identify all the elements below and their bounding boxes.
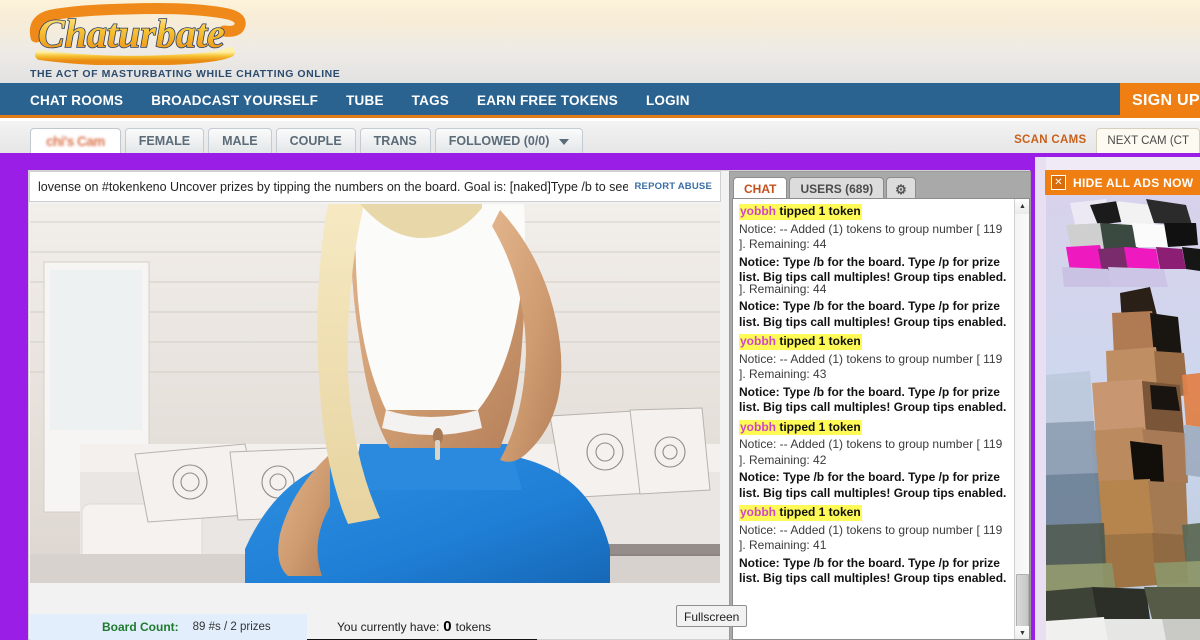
chat-message: Notice: -- Added (1) tokens to group num… (739, 222, 1010, 253)
tab-chat[interactable]: CHAT (733, 177, 788, 200)
video-stream-frame (30, 204, 720, 583)
main-navbar: CHAT ROOMS BROADCAST YOURSELF TUBE TAGS … (0, 83, 1200, 118)
chat-message: yobbh tipped 1 token (739, 418, 1010, 438)
tab-users[interactable]: USERS (689) (789, 177, 885, 200)
report-abuse-link[interactable]: REPORT ABUSE (634, 181, 712, 192)
chat-message-list: yobbh tipped 1 token Notice: -- Added (1)… (733, 199, 1016, 639)
chat-tab-list: CHAT USERS (689) ⚙ (730, 175, 916, 200)
chat-notice: Notice: -- Added (1) tokens to group num… (739, 522, 1003, 553)
nav-item-earn-free-tokens[interactable]: EARN FREE TOKENS (463, 83, 632, 118)
ad-panel-gutter (1035, 157, 1046, 640)
player-stage: lovense on #tokenkeno Uncover prizes by … (0, 157, 1035, 640)
tab-female[interactable]: FEMALE (124, 128, 205, 153)
page-root: Chaturbate THE ACT OF MASTURBATING WHILE… (0, 0, 1200, 640)
chat-notice-bold: Notice: Type /b for the board. Type /p f… (739, 299, 1007, 329)
video-player[interactable] (30, 204, 720, 583)
chat-notice: Notice: -- Added (1) tokens to group num… (739, 351, 1003, 382)
nav-item-chat-rooms[interactable]: CHAT ROOMS (30, 83, 137, 118)
chat-notice-bold: Notice: Type /b for the board. Type /p f… (739, 384, 1007, 415)
close-icon[interactable]: ✕ (1051, 175, 1066, 190)
chat-message-area[interactable]: yobbh tipped 1 token Notice: -- Added (1)… (732, 198, 1030, 640)
site-logo[interactable]: Chaturbate (18, 3, 288, 65)
chat-panel: CHAT USERS (689) ⚙ yobbh tipped 1 token N… (729, 171, 1031, 640)
chat-notice: Notice: -- Added (1) tokens to group num… (739, 221, 1003, 252)
tab-trans[interactable]: TRANS (359, 128, 431, 153)
chaturbate-logo-icon: Chaturbate (29, 3, 246, 65)
chat-message: Notice: -- Added (1) tokens to group num… (739, 523, 1010, 554)
nav-item-tube[interactable]: TUBE (332, 83, 398, 118)
scroll-up-icon[interactable]: ▲ (1015, 199, 1029, 214)
gear-icon[interactable]: ⚙ (886, 177, 916, 200)
board-count-label: Board Count: (102, 620, 179, 634)
chat-message: Notice: Type /b for the board. Type /p f… (739, 299, 1010, 330)
chat-notice-bold: Notice: Type /b for the board. Type /p f… (739, 555, 1007, 586)
room-topic-text: lovense on #tokenkeno Uncover prizes by … (38, 179, 629, 194)
chat-message: yobbh tipped 1 token (739, 332, 1010, 352)
chat-message: yobbh tipped 1 token (739, 202, 1010, 222)
next-cam-button[interactable]: NEXT CAM (CT (1096, 128, 1200, 153)
tab-male[interactable]: MALE (208, 128, 272, 153)
chat-message: Notice: Type /b for the board. Type /p f… (739, 385, 1010, 416)
chat-username[interactable]: yobbh (740, 505, 776, 519)
chat-notice: Notice: -- Added (1) tokens to group num… (739, 437, 1003, 467)
ad-creative-image[interactable] (1046, 195, 1200, 640)
subnav-right-actions: SCAN CAMS NEXT CAM (CT (1004, 128, 1200, 153)
tab-my-cam[interactable]: chi's Cam (30, 128, 121, 153)
chat-message: Notice: -- Added (1) tokens to group num… (739, 352, 1010, 383)
player-shell: lovense on #tokenkeno Uncover prizes by … (28, 170, 1031, 640)
nav-item-list: CHAT ROOMS BROADCAST YOURSELF TUBE TAGS … (30, 83, 704, 118)
chat-scrollbar-thumb[interactable] (1016, 574, 1029, 632)
nav-item-login[interactable]: LOGIN (632, 83, 704, 118)
token-balance-box: You currently have: 0 tokens (307, 614, 537, 640)
chat-message: Notice: Type /b for the board. Type /p f… (739, 556, 1010, 587)
category-tab-list: chi's Cam FEMALE MALE COUPLE TRANS FOLLO… (30, 128, 583, 153)
hide-all-ads-label: HIDE ALL ADS NOW (1073, 175, 1194, 190)
board-count-value: 89 #s / 2 prizes (192, 621, 271, 633)
site-tagline: THE ACT OF MASTURBATING WHILE CHATTING O… (30, 68, 341, 80)
tab-followed-label: FOLLOWED (0/0) (448, 134, 550, 148)
chat-username[interactable]: yobbh (740, 420, 776, 434)
chat-username[interactable]: yobbh (740, 334, 776, 348)
nav-item-broadcast-yourself[interactable]: BROADCAST YOURSELF (137, 83, 332, 118)
board-count-box: Board Count: 89 #s / 2 prizes (30, 614, 307, 640)
site-header: Chaturbate THE ACT OF MASTURBATING WHILE… (0, 0, 1200, 83)
chat-message: Notice: -- Added (1) tokens to group num… (739, 437, 1010, 468)
nav-item-tags[interactable]: TAGS (398, 83, 463, 118)
player-info-strip: Board Count: 89 #s / 2 prizes You curren… (30, 614, 720, 640)
scan-cams-button[interactable]: SCAN CAMS (1004, 128, 1096, 153)
chat-notice-bold: Notice: Type /b for the board. Type /p f… (739, 470, 1007, 500)
chat-message: Notice: Type /b for the board. Type /p f… (739, 470, 1010, 501)
chat-scrollbar[interactable]: ▲ ▼ (1014, 199, 1029, 639)
fullscreen-tooltip: Fullscreen (676, 605, 748, 627)
chat-message: yobbh tipped 1 token (739, 503, 1010, 523)
chat-tip-message: yobbh tipped 1 token (739, 334, 862, 350)
tab-couple[interactable]: COUPLE (275, 128, 356, 153)
chevron-down-icon (558, 138, 569, 145)
room-topic-bar: lovense on #tokenkeno Uncover prizes by … (29, 171, 721, 202)
chat-tip-message: yobbh tipped 1 token (739, 505, 862, 521)
category-subnav: chi's Cam FEMALE MALE COUPLE TRANS FOLLO… (0, 121, 1200, 157)
tab-my-cam-label: chi's Cam (46, 134, 105, 149)
chat-username[interactable]: yobbh (740, 204, 776, 218)
token-balance-prefix: You currently have: (337, 619, 440, 634)
token-balance-value: 0 (443, 618, 452, 635)
chat-tip-message: yobbh tipped 1 token (739, 204, 862, 220)
chat-tip-message: yobbh tipped 1 token (739, 419, 862, 435)
svg-text:Chaturbate: Chaturbate (38, 11, 225, 56)
hide-all-ads-bar[interactable]: ✕ HIDE ALL ADS NOW (1045, 170, 1200, 195)
sign-up-button[interactable]: SIGN UP (1120, 83, 1200, 118)
ad-panel: ✕ HIDE ALL ADS NOW (1035, 157, 1200, 640)
scroll-down-icon[interactable]: ▼ (1015, 626, 1029, 639)
tab-followed[interactable]: FOLLOWED (0/0) (434, 128, 583, 153)
token-balance-suffix: tokens (455, 619, 491, 634)
